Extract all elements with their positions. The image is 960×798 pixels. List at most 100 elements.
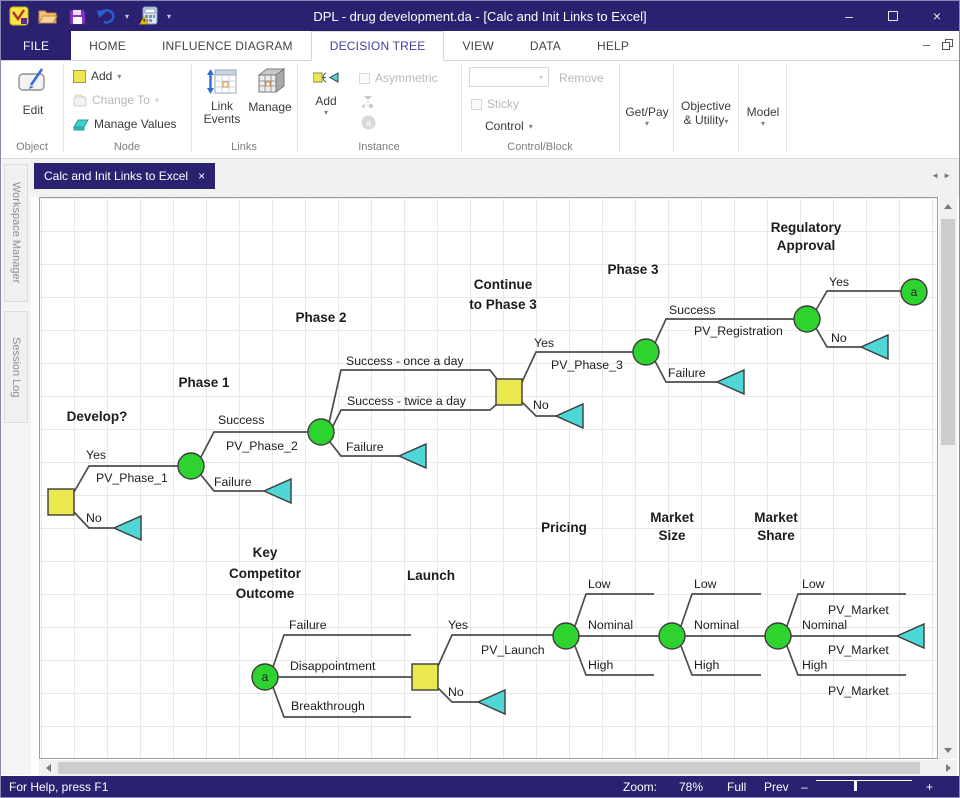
- payoff-label[interactable]: PV_Phase_2: [226, 439, 298, 453]
- decision-node[interactable]: [412, 664, 438, 690]
- chance-node[interactable]: [308, 419, 334, 445]
- tab-help[interactable]: HELP: [579, 31, 647, 60]
- tab-decision-tree[interactable]: DECISION TREE: [311, 31, 445, 61]
- vertical-scrollbar[interactable]: [939, 197, 957, 759]
- add-node-button[interactable]: Add ▾: [73, 69, 121, 83]
- node-title[interactable]: Phase 3: [607, 262, 659, 277]
- end-node[interactable]: [264, 479, 291, 503]
- chance-node[interactable]: [765, 623, 791, 649]
- chance-node[interactable]: [794, 306, 820, 332]
- close-button[interactable]: ×: [915, 1, 959, 31]
- control-button[interactable]: Control ▾: [485, 119, 533, 133]
- branch-label[interactable]: Yes: [829, 275, 849, 289]
- tab-influence-diagram[interactable]: INFLUENCE DIAGRAM: [144, 31, 311, 60]
- end-node[interactable]: [399, 444, 426, 468]
- end-node[interactable]: [478, 690, 505, 714]
- branch-label[interactable]: Failure: [289, 618, 327, 632]
- tab-file[interactable]: FILE: [1, 31, 71, 60]
- scroll-up-icon[interactable]: [939, 199, 957, 213]
- zoom-prev-button[interactable]: Prev: [764, 780, 789, 794]
- chance-node[interactable]: [553, 623, 579, 649]
- document-restore-icon[interactable]: [942, 39, 953, 50]
- node-title[interactable]: Launch: [407, 568, 455, 583]
- payoff-label[interactable]: PV_Market: [828, 603, 889, 617]
- branch-label[interactable]: No: [86, 511, 102, 525]
- payoff-label[interactable]: PV_Launch: [481, 643, 545, 657]
- payoff-label[interactable]: PV_Registration: [694, 324, 783, 338]
- branch-label[interactable]: Failure: [346, 440, 384, 454]
- save-icon[interactable]: [67, 6, 87, 26]
- branch-label[interactable]: Nominal: [588, 618, 633, 632]
- branch-label[interactable]: Failure: [668, 366, 706, 380]
- zoom-slider-track[interactable]: [816, 780, 912, 781]
- run-calculator-icon[interactable]: [138, 6, 158, 26]
- branch-label[interactable]: Yes: [448, 618, 468, 632]
- qat-customize-icon[interactable]: ▾: [167, 12, 171, 21]
- undo-dropdown-icon[interactable]: ▾: [125, 12, 129, 21]
- node-title[interactable]: Phase 1: [178, 375, 230, 390]
- branch-label[interactable]: Success - once a day: [346, 354, 464, 368]
- branch-label[interactable]: Yes: [86, 448, 106, 462]
- node-title[interactable]: Develop?: [67, 409, 128, 424]
- zoom-value[interactable]: 78%: [679, 780, 703, 794]
- scroll-down-icon[interactable]: [939, 743, 957, 757]
- branch-label[interactable]: Disappointment: [290, 659, 376, 673]
- app-icon[interactable]: [9, 6, 29, 26]
- asymmetric-checkbox[interactable]: Asymmetric: [359, 71, 438, 85]
- undo-icon[interactable]: [96, 6, 116, 26]
- scroll-left-icon[interactable]: [41, 760, 55, 776]
- objective-utility-button[interactable]: Objective & Utility▾: [675, 99, 737, 127]
- session-log-tab[interactable]: Session Log: [4, 311, 28, 423]
- decision-node[interactable]: [48, 489, 74, 515]
- end-node[interactable]: [897, 624, 924, 648]
- branch-label[interactable]: Failure: [214, 475, 252, 489]
- branch-label[interactable]: No: [831, 331, 847, 345]
- chance-node[interactable]: [659, 623, 685, 649]
- vertical-scrollbar-thumb[interactable]: [941, 219, 955, 445]
- document-tab-close-icon[interactable]: ×: [198, 169, 205, 183]
- scroll-right-icon[interactable]: [941, 760, 955, 776]
- branch-label[interactable]: Breakthrough: [291, 699, 365, 713]
- tab-view[interactable]: VIEW: [444, 31, 511, 60]
- node-title[interactable]: Approval: [777, 238, 836, 253]
- instance-a-button[interactable]: a: [361, 115, 376, 130]
- branch-label[interactable]: Nominal: [694, 618, 739, 632]
- node-title[interactable]: Phase 2: [295, 310, 346, 325]
- control-value-dropdown[interactable]: ▾: [469, 67, 549, 87]
- branch-label[interactable]: No: [533, 398, 549, 412]
- branch-label[interactable]: High: [694, 658, 719, 672]
- payoff-label[interactable]: PV_Market: [828, 684, 889, 698]
- branch-label[interactable]: Low: [588, 577, 611, 591]
- decision-node[interactable]: [496, 379, 522, 405]
- branch-label[interactable]: No: [448, 685, 464, 699]
- branch-label[interactable]: Nominal: [802, 618, 847, 632]
- node-title[interactable]: Pricing: [541, 520, 587, 535]
- payoff-label[interactable]: PV_Market: [828, 643, 889, 657]
- node-title[interactable]: Size: [658, 528, 686, 543]
- branch-label[interactable]: Success: [218, 413, 264, 427]
- insert-instance-button[interactable]: [361, 95, 375, 109]
- get-pay-button[interactable]: Get/Pay ▾: [621, 105, 673, 128]
- node-title[interactable]: Key: [253, 545, 278, 560]
- payoff-label[interactable]: PV_Phase_1: [96, 471, 168, 485]
- horizontal-scrollbar[interactable]: [39, 760, 957, 776]
- end-node[interactable]: [861, 335, 888, 359]
- chance-node[interactable]: [633, 339, 659, 365]
- zoom-out-button[interactable]: –: [801, 780, 808, 794]
- node-title[interactable]: Outcome: [236, 586, 295, 601]
- branch-label[interactable]: Success: [669, 303, 715, 317]
- node-title[interactable]: Regulatory: [771, 220, 842, 235]
- manage-links-button[interactable]: Manage: [247, 66, 293, 114]
- edit-button[interactable]: Edit: [9, 66, 57, 117]
- tab-home[interactable]: HOME: [71, 31, 144, 60]
- end-node[interactable]: [717, 370, 744, 394]
- minimize-button[interactable]: –: [827, 1, 871, 31]
- open-icon[interactable]: [38, 6, 58, 26]
- branch-label[interactable]: Success - twice a day: [347, 394, 467, 408]
- branch-label[interactable]: High: [588, 658, 613, 672]
- sticky-checkbox[interactable]: Sticky: [471, 97, 519, 111]
- document-minimize-icon[interactable]: –: [923, 37, 930, 52]
- workspace-manager-tab[interactable]: Workspace Manager: [4, 164, 28, 302]
- model-button[interactable]: Model ▾: [740, 105, 786, 128]
- node-title[interactable]: Market: [650, 510, 694, 525]
